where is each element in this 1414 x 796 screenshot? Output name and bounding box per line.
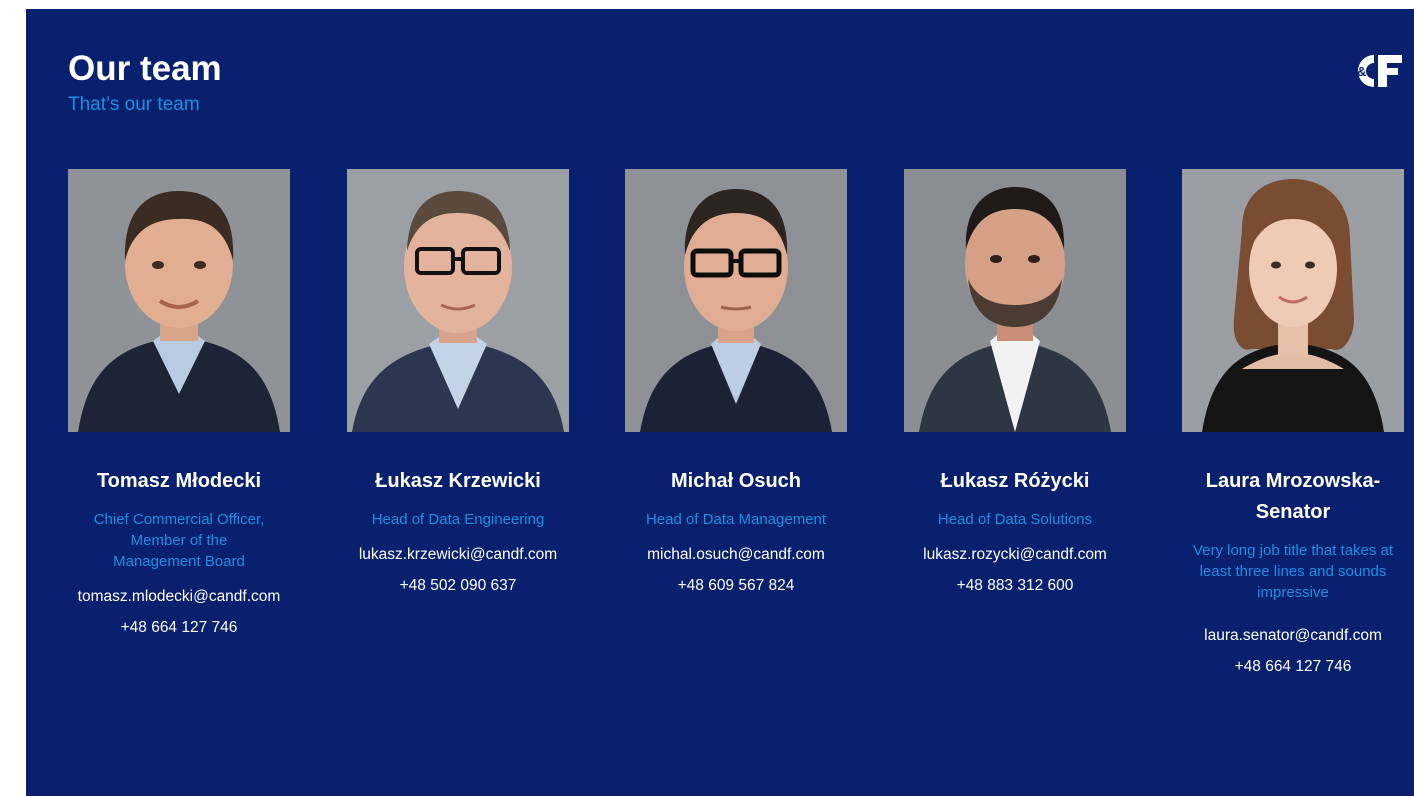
team-member-photo — [68, 169, 290, 432]
team-member-role: Very long job title that takes at least … — [1192, 542, 1394, 601]
team-member-card: Łukasz Krzewicki Head of Data Engineerin… — [347, 169, 569, 597]
team-member-card: Laura Mrozowska- Senator Very long job t… — [1182, 169, 1404, 678]
team-member-email[interactable]: michal.osuch@candf.com — [605, 544, 867, 566]
team-member-phone[interactable]: +48 664 127 746 — [68, 617, 290, 639]
team-member-name: Łukasz Różycki — [940, 470, 1090, 492]
svg-text:&: & — [1357, 64, 1366, 79]
candf-logo-icon: & — [1357, 55, 1402, 87]
team-member-card: Łukasz Różycki Head of Data Solutions lu… — [904, 169, 1126, 597]
team-member-name: Tomasz Młodecki — [96, 470, 262, 492]
team-member-phone[interactable]: +48 883 312 600 — [904, 575, 1126, 597]
portrait-man-suit-icon — [68, 169, 290, 432]
team-member-email[interactable]: laura.senator@candf.com — [1162, 625, 1414, 647]
page-title: Our team — [68, 49, 222, 88]
team-member-role: Head of Data Engineering — [371, 511, 545, 528]
team-member-photo — [1182, 169, 1404, 432]
team-member-phone[interactable]: +48 609 567 824 — [625, 575, 847, 597]
team-member-name: Michał Osuch — [670, 470, 802, 492]
team-slide: Our team That’s our team & Tomasz Młodec… — [26, 9, 1414, 796]
team-member-email[interactable]: lukasz.krzewicki@candf.com — [327, 544, 589, 566]
team-member-email[interactable]: lukasz.rozycki@candf.com — [884, 544, 1146, 566]
portrait-man-glasses-icon — [347, 169, 569, 432]
team-member-role: Chief Commercial Officer, Member of the … — [93, 511, 265, 570]
team-member-phone[interactable]: +48 502 090 637 — [347, 575, 569, 597]
portrait-man-beard-icon — [904, 169, 1126, 432]
team-member-photo — [625, 169, 847, 432]
team-member-role: Head of Data Solutions — [937, 511, 1093, 528]
team-member-role: Head of Data Management — [645, 511, 827, 528]
team-member-card: Michał Osuch Head of Data Management mic… — [625, 169, 847, 597]
page-subtitle: That’s our team — [68, 94, 200, 115]
team-member-name: Laura Mrozowska- Senator — [1205, 470, 1381, 523]
portrait-man-glasses-icon — [625, 169, 847, 432]
team-member-card: Tomasz Młodecki Chief Commercial Officer… — [68, 169, 290, 639]
team-member-name: Łukasz Krzewicki — [375, 470, 541, 492]
team-member-phone[interactable]: +48 664 127 746 — [1182, 656, 1404, 678]
team-member-email[interactable]: tomasz.mlodecki@candf.com — [48, 586, 310, 608]
team-member-photo — [347, 169, 569, 432]
team-member-photo — [904, 169, 1126, 432]
portrait-woman-icon — [1182, 169, 1404, 432]
